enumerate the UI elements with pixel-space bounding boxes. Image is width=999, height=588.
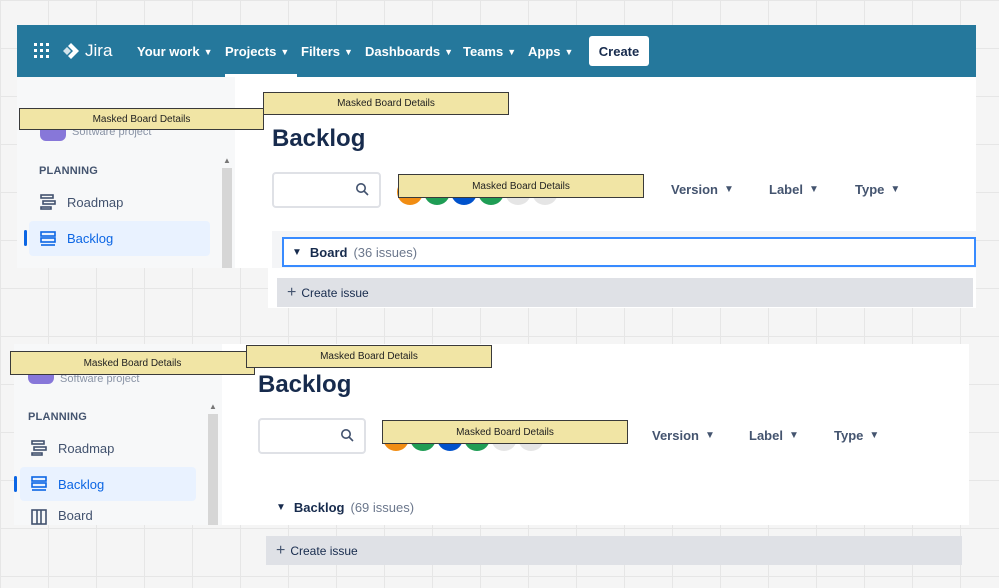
backlog-group-header[interactable]: ▼ Backlog (69 issues)	[276, 500, 414, 515]
chevron-down-icon: ▼	[704, 430, 715, 441]
sidebar-scrollbar[interactable]	[222, 168, 232, 268]
planning-heading: PLANNING	[39, 165, 99, 177]
chevron-down-icon: ▼	[808, 184, 819, 195]
sidebar-item-label: Roadmap	[67, 194, 124, 210]
nav-filters[interactable]: Filters ▼	[301, 25, 353, 77]
page-title: Backlog	[258, 371, 352, 398]
issue-count: (69 issues)	[350, 500, 415, 515]
roadmap-icon	[31, 440, 47, 456]
sidebar-item-label: Board	[58, 508, 93, 523]
masked-board-details: Masked Board Details	[10, 351, 255, 375]
scroll-up-arrow[interactable]: ▲	[221, 156, 233, 165]
plus-icon: +	[287, 283, 297, 301]
chevron-down-icon: ▼	[723, 184, 734, 195]
issue-count: (36 issues)	[353, 244, 418, 260]
scroll-up-arrow[interactable]: ▲	[207, 402, 219, 411]
chevron-down-icon: ▼	[276, 502, 286, 513]
masked-board-details: Masked Board Details	[382, 420, 628, 444]
board-icon	[31, 509, 47, 525]
chevron-down-icon: ▼	[788, 430, 799, 441]
chevron-down-icon: ▼	[890, 184, 901, 195]
chevron-down-icon: ▼	[203, 47, 213, 57]
app-switcher-icon[interactable]	[34, 43, 49, 58]
type-filter[interactable]: Type ▼	[834, 428, 879, 443]
group-name: Board	[309, 244, 348, 260]
jira-logo-icon	[63, 43, 79, 59]
selected-indicator	[14, 476, 17, 492]
create-issue-button[interactable]: + Create issue	[277, 278, 973, 307]
jira-logo[interactable]: Jira	[62, 40, 112, 62]
version-filter[interactable]: Version ▼	[652, 428, 715, 443]
create-button[interactable]: Create	[589, 36, 649, 66]
sidebar-item-roadmap[interactable]: Roadmap	[20, 432, 196, 464]
brand-name: Jira	[85, 41, 113, 60]
search-input[interactable]	[272, 172, 381, 208]
roadmap-icon	[40, 194, 56, 210]
group-name: Backlog	[293, 500, 345, 515]
chevron-down-icon: ▼	[869, 430, 880, 441]
sidebar-item-backlog[interactable]: Backlog	[29, 221, 210, 256]
search-input[interactable]	[258, 418, 366, 454]
chevron-down-icon: ▼	[507, 47, 517, 57]
search-icon	[356, 183, 369, 196]
nav-dashboards[interactable]: Dashboards ▼	[365, 25, 453, 77]
sidebar-item-roadmap[interactable]: Roadmap	[29, 185, 210, 219]
board-group-header[interactable]: ▼ Board (36 issues)	[282, 237, 976, 267]
chevron-down-icon: ▼	[280, 47, 290, 57]
page-title: Backlog	[272, 125, 366, 152]
chevron-down-icon: ▼	[344, 47, 353, 57]
search-icon	[341, 429, 354, 442]
sidebar-item-label: Backlog	[58, 476, 105, 492]
chevron-down-icon: ▼	[564, 47, 574, 57]
masked-board-details: Masked Board Details	[398, 174, 644, 198]
sidebar-item-label: Backlog	[67, 231, 114, 246]
sidebar-item-backlog[interactable]: Backlog	[20, 467, 196, 501]
nav-your-work[interactable]: Your work ▼	[137, 25, 213, 77]
masked-board-details: Masked Board Details	[246, 345, 492, 368]
sidebar-item-board[interactable]: Board	[20, 508, 196, 525]
label-filter[interactable]: Label ▼	[749, 428, 799, 443]
nav-projects[interactable]: Projects ▼	[225, 25, 289, 77]
backlog-icon	[40, 230, 56, 246]
masked-board-details: Masked Board Details	[263, 92, 509, 115]
chevron-down-icon: ▼	[292, 246, 302, 258]
label-filter[interactable]: Label ▼	[769, 182, 819, 197]
masked-board-details: Masked Board Details	[19, 108, 264, 130]
type-filter[interactable]: Type ▼	[855, 182, 900, 197]
selected-indicator	[24, 230, 27, 246]
plus-icon: +	[276, 541, 286, 559]
sidebar-item-label: Roadmap	[58, 440, 115, 456]
backlog-icon	[31, 476, 47, 491]
chevron-down-icon: ▼	[444, 47, 454, 57]
sidebar-scrollbar[interactable]	[208, 414, 218, 525]
planning-heading: PLANNING	[28, 411, 88, 423]
create-issue-button[interactable]: + Create issue	[266, 536, 962, 565]
top-navigation-bar: Jira Your work ▼ Projects ▼ Filters ▼ Dashb…	[17, 25, 976, 77]
nav-teams[interactable]: Teams ▼	[463, 25, 516, 77]
version-filter[interactable]: Version ▼	[671, 182, 734, 197]
nav-apps[interactable]: Apps ▼	[528, 25, 573, 77]
